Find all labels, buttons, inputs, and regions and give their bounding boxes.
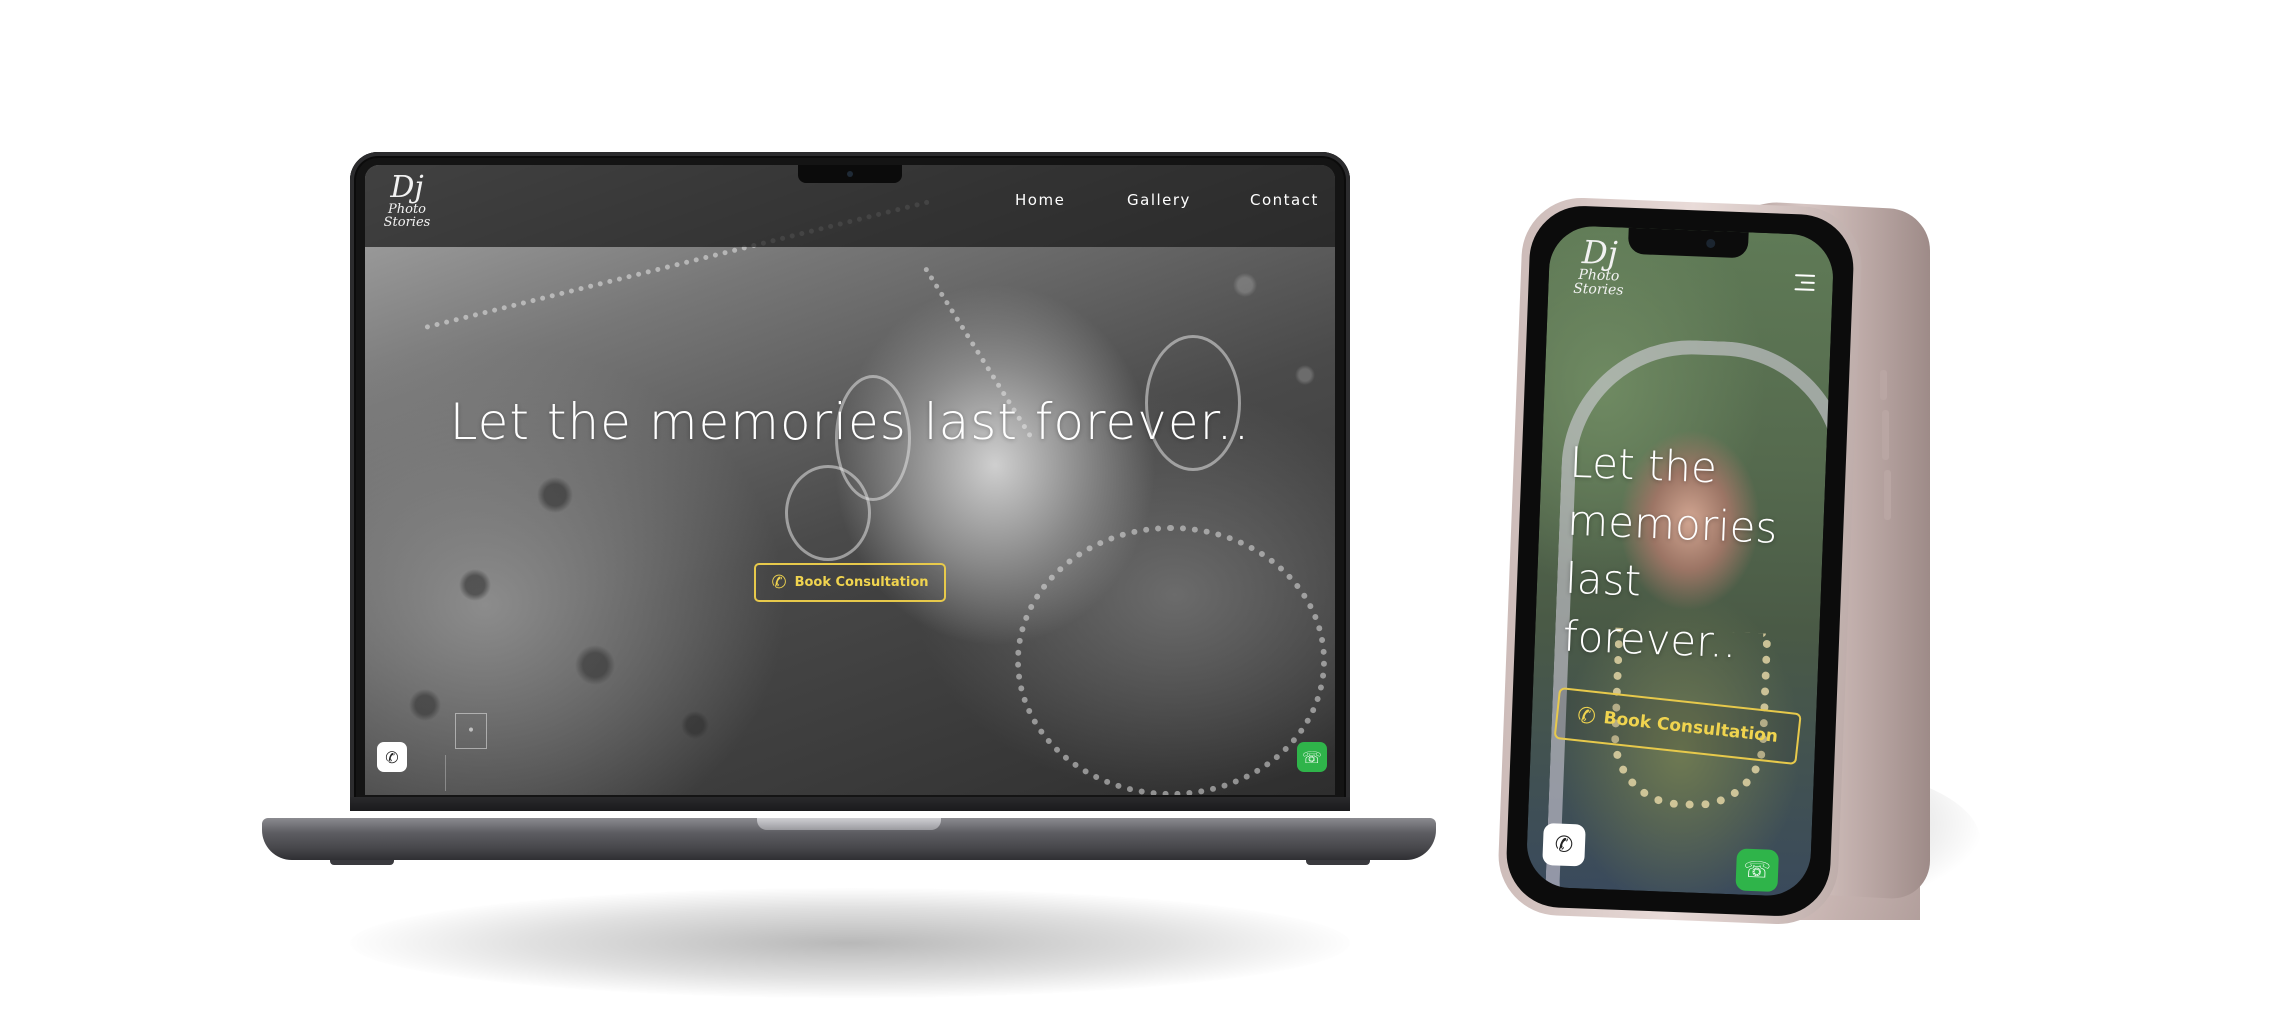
- book-consultation-label: Book Consultation: [794, 575, 929, 590]
- phone-icon: ✆: [1554, 831, 1574, 858]
- mobile-hero-title: Let the memories last forever..: [1562, 434, 1791, 674]
- logo-mark: Dj: [390, 170, 424, 205]
- laptop-foot-left: [330, 860, 394, 865]
- phone-icon: ✆: [385, 747, 399, 767]
- hero-title: Let the memories last forever..: [449, 393, 1251, 451]
- phone-volume-button: [1882, 410, 1889, 460]
- whatsapp-icon: ☏: [1742, 857, 1772, 884]
- nav-link-contact[interactable]: Contact: [1250, 191, 1319, 209]
- mobile-hero-line: Let the: [1568, 437, 1718, 493]
- phone-volume-button: [1880, 370, 1887, 400]
- nav-link-gallery[interactable]: Gallery: [1127, 191, 1191, 209]
- hamburger-menu-icon[interactable]: [1794, 274, 1816, 293]
- logo-mark: Dj: [1581, 233, 1619, 273]
- call-button[interactable]: ✆: [377, 742, 407, 772]
- phone-screen: Dj Photo Stories Let the memories last f…: [1525, 224, 1835, 898]
- mobile-hero-line: last forever..: [1562, 553, 1738, 668]
- book-consultation-label: Book Consultation: [1602, 708, 1779, 747]
- nose-ring-ornament: [785, 465, 871, 561]
- logo-text: Photo Stories: [1572, 266, 1624, 299]
- mobile-call-button[interactable]: ✆: [1542, 822, 1586, 867]
- site-logo[interactable]: Dj Photo Stories: [381, 170, 433, 230]
- laptop-base: [262, 818, 1436, 860]
- phone-notch: [1627, 227, 1749, 259]
- mobile-whatsapp-button[interactable]: ☏: [1735, 848, 1779, 892]
- necklace-ornament: [1015, 525, 1327, 795]
- phone-icon: ✆: [1576, 702, 1598, 730]
- book-consultation-button[interactable]: ✆ Book Consultation: [754, 563, 946, 602]
- mobile-hero-line: memories: [1566, 495, 1779, 553]
- whatsapp-icon: ☏: [1301, 747, 1322, 767]
- logo-text: Photo Stories: [383, 202, 431, 230]
- laptop-opening-notch: [757, 818, 941, 830]
- laptop-camera-notch: [798, 165, 902, 183]
- phone-volume-button: [1884, 470, 1891, 520]
- phone-frame: Dj Photo Stories Let the memories last f…: [1496, 195, 1864, 927]
- phone-icon: ✆: [771, 572, 787, 593]
- watermark-logo: •: [455, 713, 487, 749]
- phone-bezel: Dj Photo Stories Let the memories last f…: [1504, 204, 1856, 918]
- laptop-screen: Dj Photo Stories Home Gallery Contact Le…: [365, 165, 1335, 795]
- laptop-foot-right: [1306, 860, 1370, 865]
- nav-link-home[interactable]: Home: [1015, 191, 1065, 209]
- signature-watermark: [445, 755, 501, 791]
- whatsapp-button[interactable]: ☏: [1297, 742, 1327, 772]
- laptop-shadow: [350, 888, 1350, 998]
- laptop-hinge: [350, 797, 1350, 811]
- mobile-site-logo[interactable]: Dj Photo Stories: [1568, 233, 1630, 299]
